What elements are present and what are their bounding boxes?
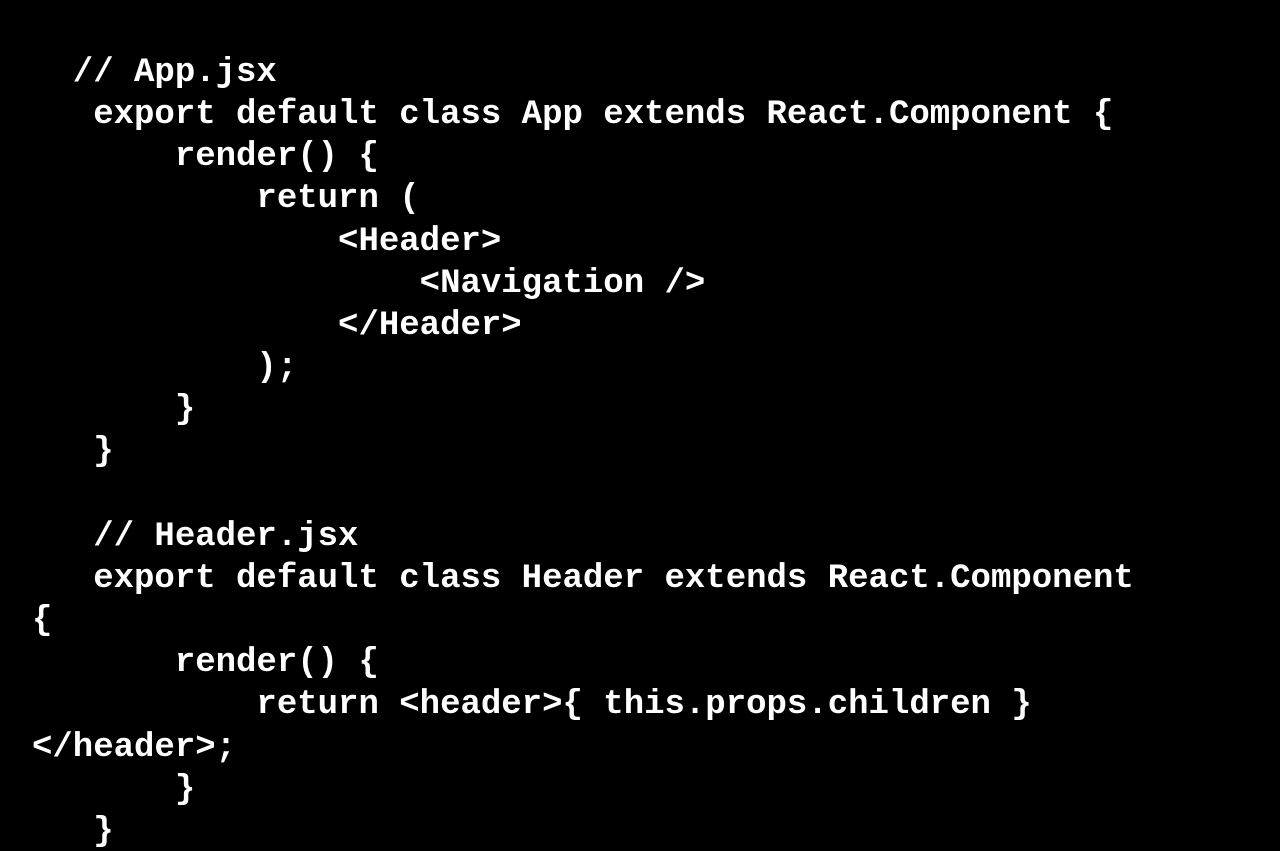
code-line: } [32, 813, 114, 851]
code-line: } [32, 433, 114, 471]
code-line: <Header> [32, 223, 501, 261]
code-line: return ( [32, 180, 420, 218]
code-line: // Header.jsx [32, 518, 358, 556]
code-line: { [32, 602, 52, 640]
code-line: } [32, 771, 195, 809]
code-line: </Header> [32, 307, 522, 345]
code-line: render() { [32, 138, 379, 176]
code-line: // App.jsx [32, 54, 277, 92]
code-line: <Navigation /> [32, 265, 705, 303]
code-line: export default class App extends React.C… [32, 96, 1113, 134]
code-line: ); [32, 349, 297, 387]
code-snippet: // App.jsx export default class App exte… [0, 0, 1280, 851]
code-line: render() { [32, 644, 379, 682]
code-line: return <header>{ this.props.children } [32, 686, 1032, 724]
code-line: } [32, 391, 195, 429]
code-line: </header>; [32, 729, 236, 767]
code-line: export default class Header extends Reac… [32, 560, 1134, 598]
